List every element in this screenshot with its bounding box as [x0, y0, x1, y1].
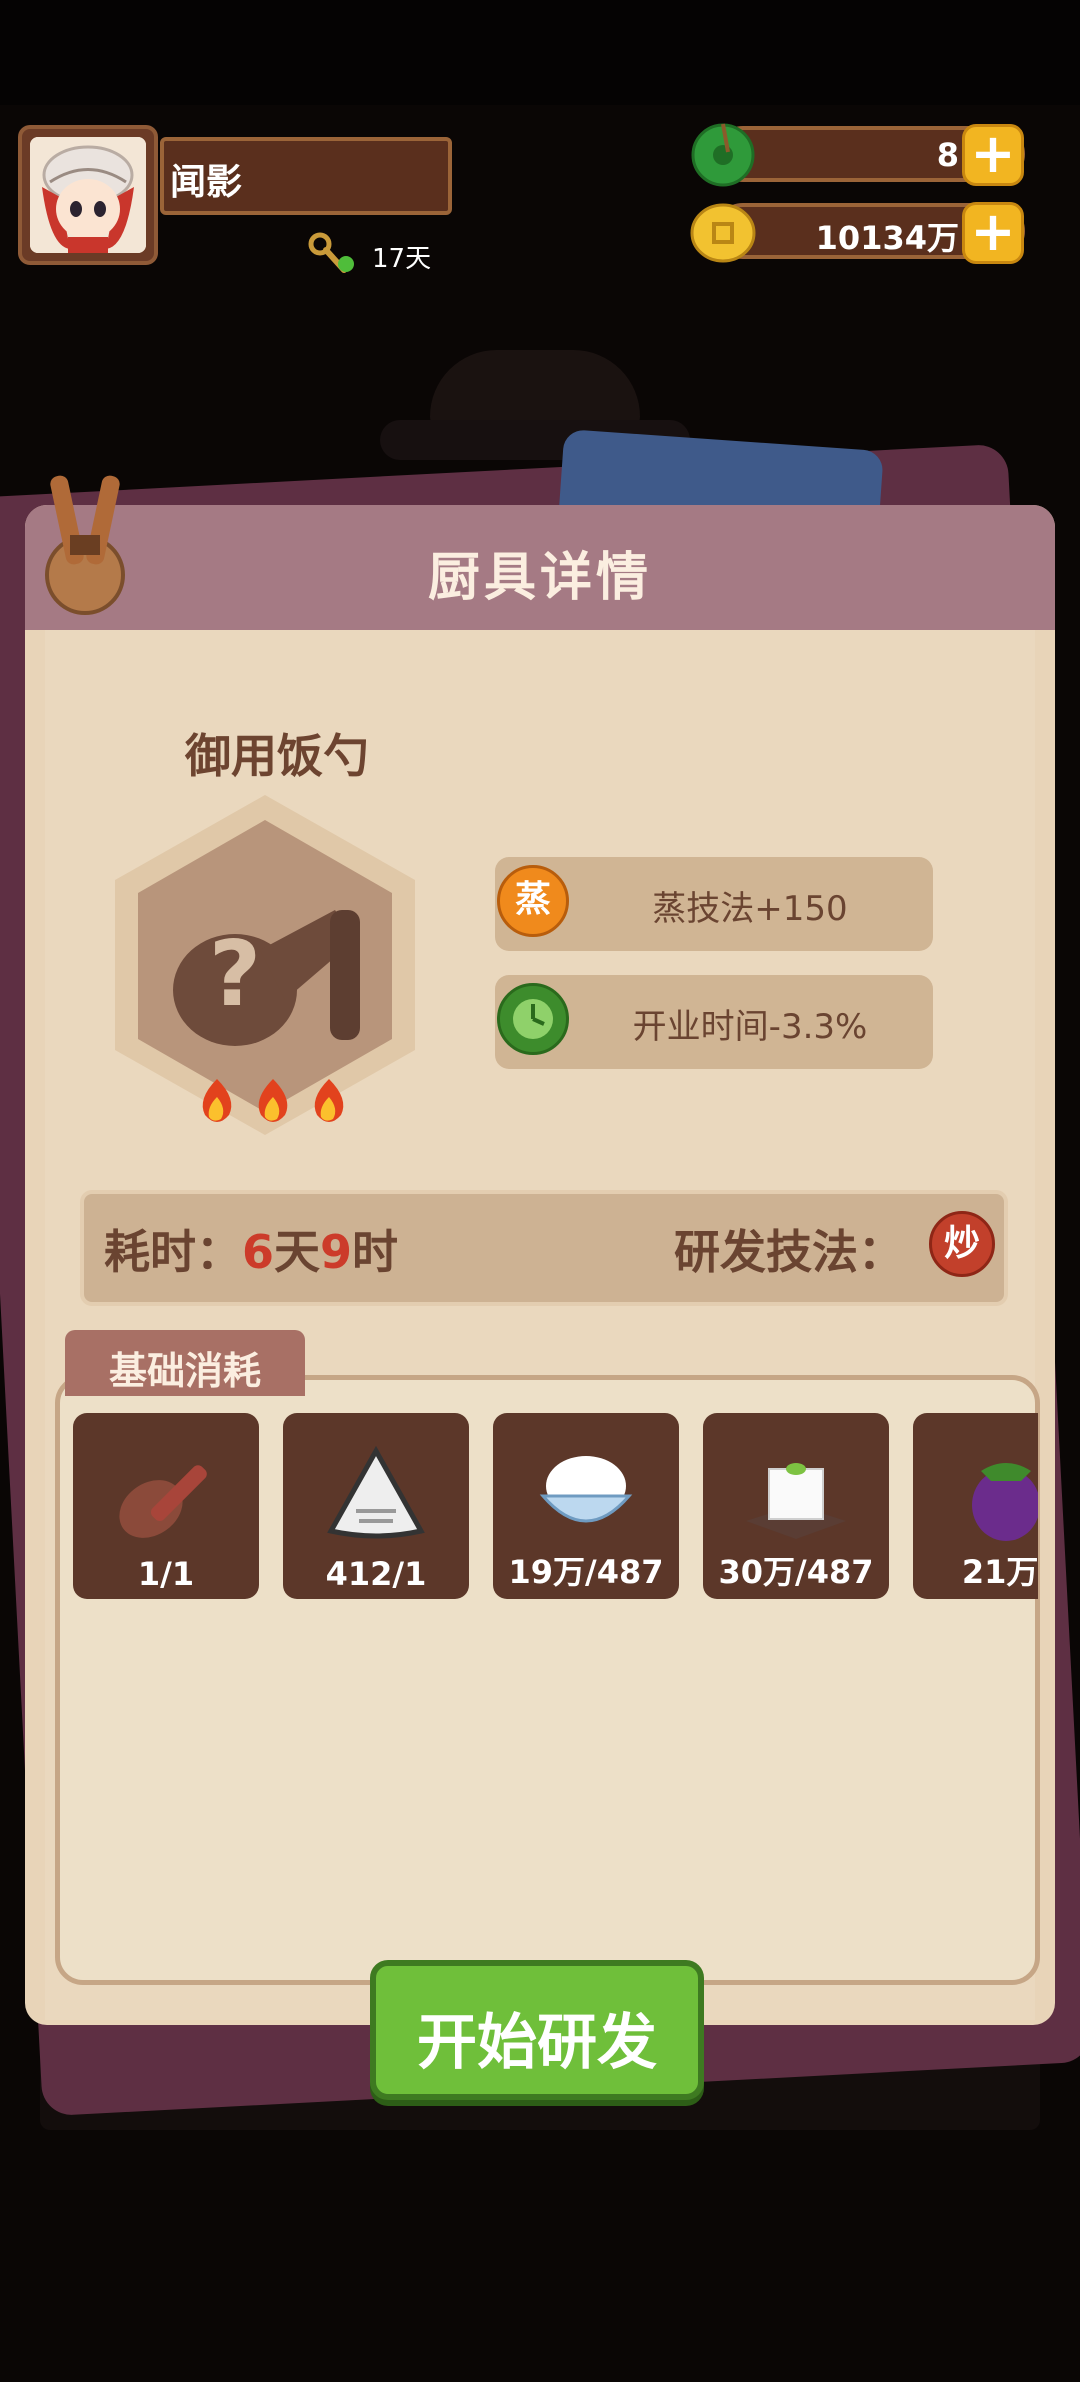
item-label: 19万/487	[508, 1553, 664, 1591]
tool-name: 御用饭勺	[185, 729, 369, 783]
stir-fry-badge-icon: 炒	[929, 1211, 995, 1277]
item-label: 30万/487	[718, 1553, 874, 1591]
days-count: 17天	[372, 244, 432, 274]
add-coin-button[interactable]: +	[962, 202, 1024, 264]
fire-icon	[258, 1079, 288, 1122]
consumption-tab: 基础消耗	[65, 1330, 305, 1396]
item-label: 412/1	[325, 1555, 427, 1593]
name-plate: 闻影	[160, 137, 452, 215]
svg-text:?: ?	[209, 922, 261, 1027]
clock-badge-icon	[497, 983, 569, 1055]
panel-title: 厨具详情	[427, 548, 652, 608]
start-research-button[interactable]: 开始研发	[370, 1960, 704, 2100]
skill-label: 研发技法：	[674, 1225, 904, 1279]
spoon-icon	[119, 1465, 207, 1538]
rice-bowl-icon	[539, 1456, 633, 1523]
panel-clip-icon	[40, 465, 130, 619]
attribute-steam: 蒸 蒸技法+150	[495, 857, 933, 951]
time-info: 耗时：6天9时	[104, 1225, 399, 1279]
item-label: 21万/	[961, 1553, 1038, 1591]
rice-ball-icon	[327, 1445, 425, 1539]
fire-icon	[202, 1079, 232, 1122]
start-research-label: 开始研发	[417, 2008, 657, 2078]
steam-badge-icon: 蒸	[497, 865, 569, 937]
item-slot[interactable]: 30万/487	[703, 1413, 889, 1599]
key-icon	[308, 232, 360, 280]
jade-icon	[690, 122, 756, 192]
player-avatar[interactable]	[18, 125, 158, 265]
panel-header: 厨具详情	[25, 505, 1055, 630]
coin-value: 10134万	[815, 219, 959, 257]
item-label: 1/1	[137, 1555, 195, 1593]
avatar-portrait	[30, 137, 146, 253]
player-name: 闻影	[170, 162, 243, 203]
unknown-tool-icon: ?	[165, 870, 385, 1074]
jade-value: 8	[936, 136, 959, 174]
coin-icon	[690, 200, 756, 270]
consumption-tab-label: 基础消耗	[108, 1349, 261, 1393]
item-slot[interactable]: 412/1	[283, 1413, 469, 1599]
background-pot	[430, 350, 640, 430]
attribute-text: 开业时间-3.3%	[632, 1007, 868, 1047]
fire-icon	[314, 1079, 344, 1122]
tofu-icon	[746, 1463, 846, 1539]
research-info-bar: 耗时：6天9时 研发技法： 炒	[80, 1190, 1008, 1306]
item-list: 1/1 412/1 19万/487 30万/487 21万	[73, 1413, 1038, 1603]
item-slot[interactable]: 19万/487	[493, 1413, 679, 1599]
add-jade-button[interactable]: +	[962, 124, 1024, 186]
fire-rating	[197, 1075, 367, 1133]
eggplant-icon	[972, 1463, 1038, 1541]
item-slot[interactable]: 21万/	[913, 1413, 1038, 1599]
kitchenware-detail-panel: 厨具详情 御用饭勺 ? 蒸 蒸技法+150 开业时间-3.3% 耗时：6天9时 …	[25, 505, 1055, 2025]
attribute-open-time: 开业时间-3.3%	[495, 975, 933, 1069]
item-slot[interactable]: 1/1	[73, 1413, 259, 1599]
attribute-text: 蒸技法+150	[652, 889, 848, 929]
